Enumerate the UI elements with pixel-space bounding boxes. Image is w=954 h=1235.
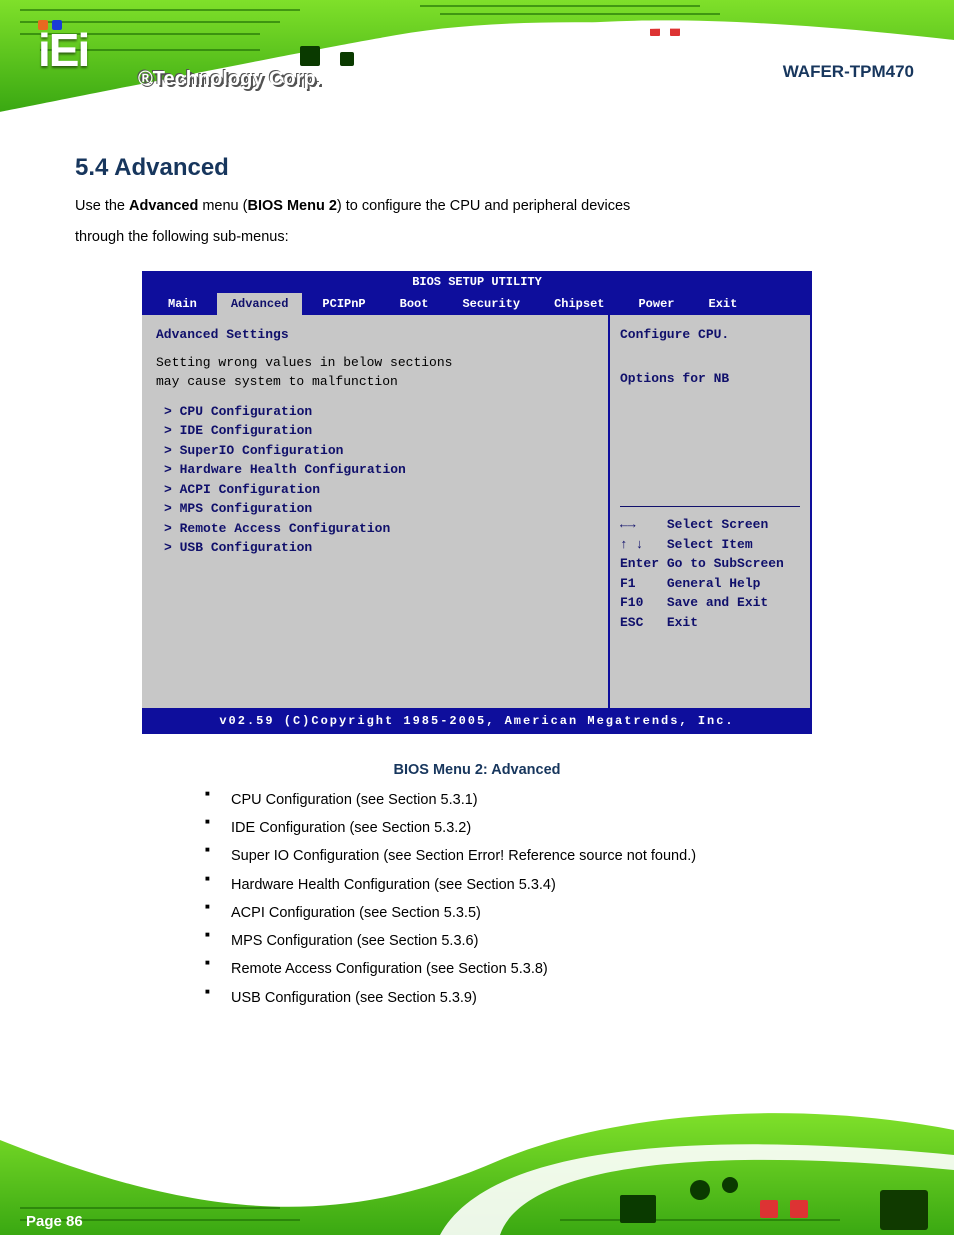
logo-text: iEi xyxy=(38,30,88,71)
bios-item-mps[interactable]: > MPS Configuration xyxy=(156,499,594,519)
page-number: Page 86 xyxy=(26,1213,83,1230)
intro-text-3: ) to configure the CPU and peripheral de… xyxy=(337,198,630,214)
bios-tab-row: Main Advanced PCIPnP Boot Security Chips… xyxy=(142,293,812,315)
bios-item-acpi[interactable]: > ACPI Configuration xyxy=(156,480,594,500)
header-graphic xyxy=(0,0,954,112)
bios-help-1: Configure CPU. xyxy=(620,325,800,345)
list-item: Hardware Health Configuration (see Secti… xyxy=(205,871,879,899)
nav-esc: ESC Exit xyxy=(620,613,800,633)
bios-item-usb[interactable]: > USB Configuration xyxy=(156,538,594,558)
bios-tab-advanced[interactable]: Advanced xyxy=(217,293,303,315)
page-footer: Page 86 xyxy=(0,1100,954,1235)
bios-copyright: v02.59 (C)Copyright 1985-2005, American … xyxy=(142,708,812,734)
section-intro-line2: through the following sub-menus: xyxy=(75,225,879,250)
product-title: WAFER-TPM470 xyxy=(783,62,914,82)
bios-item-superio[interactable]: > SuperIO Configuration xyxy=(156,441,594,461)
bios-title-bar: BIOS SETUP UTILITY xyxy=(142,271,812,293)
bios-warning-2: may cause system to malfunction xyxy=(156,372,594,392)
bios-tab-chipset[interactable]: Chipset xyxy=(540,293,618,315)
intro-bold: Advanced xyxy=(129,198,198,214)
list-item: Super IO Configuration (see Section Erro… xyxy=(205,842,879,870)
nav-lr: ←→ Select Screen xyxy=(620,515,800,535)
bios-help-pane: Configure CPU. Options for NB ←→ Select … xyxy=(610,315,810,708)
logo-tagline: ®Technology Corp. xyxy=(138,68,321,91)
bios-item-remote[interactable]: > Remote Access Configuration xyxy=(156,519,594,539)
list-item: Remote Access Configuration (see Section… xyxy=(205,955,879,983)
bios-tab-main[interactable]: Main xyxy=(154,293,211,315)
bios-item-cpu[interactable]: > CPU Configuration xyxy=(156,402,594,422)
bios-tab-pcipnp[interactable]: PCIPnP xyxy=(308,293,379,315)
intro-text-1: Use the xyxy=(75,198,129,214)
bios-left-pane: Advanced Settings Setting wrong values i… xyxy=(142,315,610,708)
page-header: iEi ®Technology Corp. WAFER-TPM470 xyxy=(0,0,954,112)
section-intro-line1: Use the Advanced menu (BIOS Menu 2) to c… xyxy=(75,194,879,219)
bios-menu-header: Advanced Settings xyxy=(156,325,594,345)
bios-warning-1: Setting wrong values in below sections xyxy=(156,353,594,373)
nav-ud: ↑ ↓ Select Item xyxy=(620,535,800,555)
list-item: MPS Configuration (see Section 5.3.6) xyxy=(205,927,879,955)
intro-text-2: menu ( xyxy=(198,198,247,214)
bios-screenshot: BIOS SETUP UTILITY Main Advanced PCIPnP … xyxy=(142,271,812,734)
bios-tab-security[interactable]: Security xyxy=(448,293,534,315)
menu-bullet-list: CPU Configuration (see Section 5.3.1) ID… xyxy=(205,786,879,1012)
nav-enter: Enter Go to SubScreen xyxy=(620,554,800,574)
bios-help-2: Options for NB xyxy=(620,369,800,389)
arrow-left-right-icon: ←→ xyxy=(620,517,636,532)
arrow-up-down-icon: ↑ ↓ xyxy=(620,537,643,552)
bios-tab-boot[interactable]: Boot xyxy=(386,293,443,315)
bios-tab-power[interactable]: Power xyxy=(624,293,688,315)
nav-f1: F1 General Help xyxy=(620,574,800,594)
list-item: ACPI Configuration (see Section 5.3.5) xyxy=(205,899,879,927)
brand-logo: iEi ®Technology Corp. xyxy=(38,20,88,71)
list-item: CPU Configuration (see Section 5.3.1) xyxy=(205,786,879,814)
nav-f10: F10 Save and Exit xyxy=(620,593,800,613)
list-item: USB Configuration (see Section 5.3.9) xyxy=(205,984,879,1012)
bios-item-ide[interactable]: > IDE Configuration xyxy=(156,421,594,441)
figure-caption: BIOS Menu 2: Advanced xyxy=(75,762,879,778)
bios-item-hw[interactable]: > Hardware Health Configuration xyxy=(156,460,594,480)
list-item: IDE Configuration (see Section 5.3.2) xyxy=(205,814,879,842)
intro-link: BIOS Menu 2 xyxy=(247,198,336,214)
bios-tab-exit[interactable]: Exit xyxy=(695,293,752,315)
section-heading: 5.4 Advanced xyxy=(75,154,879,182)
